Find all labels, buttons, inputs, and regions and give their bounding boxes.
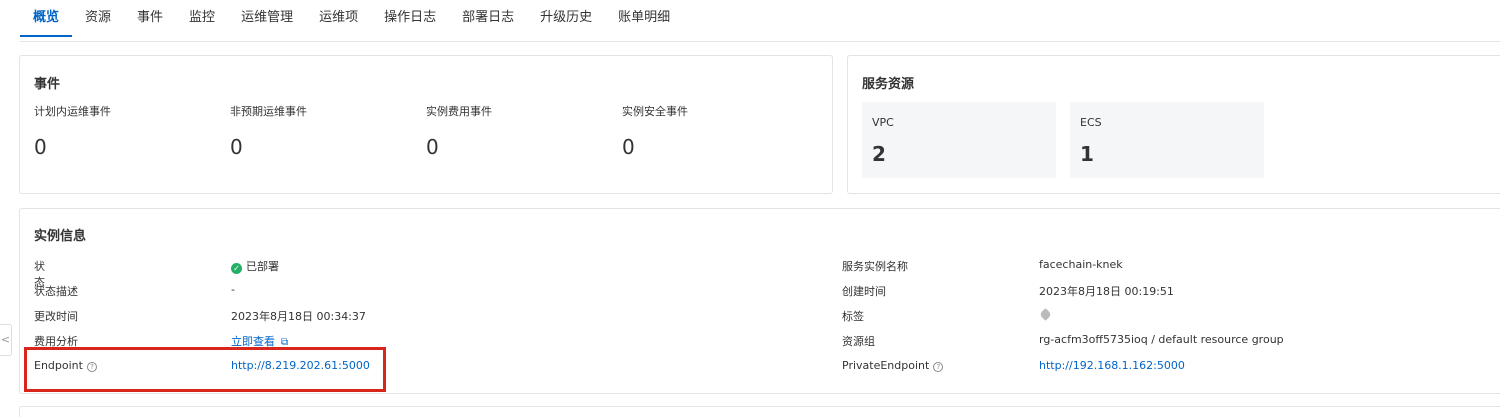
status-text: 已部署 bbox=[246, 260, 279, 273]
resource-ecs-count: 1 bbox=[1080, 142, 1094, 166]
endpoint-highlight-box bbox=[24, 347, 386, 392]
event-planned-label: 计划内运维事件 bbox=[34, 105, 111, 118]
status-desc-value: - bbox=[231, 283, 235, 296]
question-circle-icon[interactable]: ? bbox=[933, 362, 944, 372]
service-resources-card: 服务资源 VPC 2 ECS 1 bbox=[847, 55, 1500, 194]
event-unexpected-label: 非预期运维事件 bbox=[230, 105, 307, 118]
tab-billing[interactable]: 账单明细 bbox=[605, 0, 683, 36]
resource-group-value: rg-acfm3off5735ioq / default resource gr… bbox=[1039, 333, 1284, 346]
event-security: 实例安全事件 0 bbox=[622, 103, 688, 159]
tab-ops-items[interactable]: 运维项 bbox=[306, 0, 371, 36]
tab-resources[interactable]: 资源 bbox=[72, 0, 124, 36]
instance-name-value: facechain-knek bbox=[1039, 258, 1123, 271]
tab-upgrade-history[interactable]: 升级历史 bbox=[527, 0, 605, 36]
created-value: 2023年8月18日 00:19:51 bbox=[1039, 285, 1174, 298]
event-planned-count[interactable]: 0 bbox=[34, 135, 111, 159]
resource-vpc-count: 2 bbox=[872, 142, 886, 166]
resource-vpc-label: VPC bbox=[872, 116, 894, 129]
instance-name-label: 服务实例名称 bbox=[842, 260, 908, 273]
private-endpoint-link[interactable]: http://192.168.1.162:5000 bbox=[1039, 359, 1185, 372]
tab-overview[interactable]: 概览 bbox=[20, 0, 73, 37]
modified-label: 更改时间 bbox=[34, 310, 78, 323]
event-unexpected: 非预期运维事件 0 bbox=[230, 103, 307, 159]
events-title: 事件 bbox=[34, 77, 61, 92]
tab-ops-management[interactable]: 运维管理 bbox=[228, 0, 306, 36]
created-label: 创建时间 bbox=[842, 285, 886, 298]
tags-label: 标签 bbox=[842, 310, 864, 323]
tag-icon[interactable] bbox=[1039, 308, 1052, 322]
next-card bbox=[19, 406, 1500, 417]
private-endpoint-label: PrivateEndpoint? bbox=[842, 359, 944, 372]
resource-ecs[interactable]: ECS 1 bbox=[1070, 102, 1264, 178]
event-planned: 计划内运维事件 0 bbox=[34, 103, 111, 159]
status-value: ✓ 已部署 bbox=[231, 258, 279, 274]
event-cost-label: 实例费用事件 bbox=[426, 105, 492, 118]
tab-bar: 概览 资源 事件 监控 运维管理 运维项 操作日志 部署日志 升级历史 账单明细 bbox=[20, 0, 1500, 42]
event-security-label: 实例安全事件 bbox=[622, 105, 688, 118]
tab-operation-logs[interactable]: 操作日志 bbox=[371, 0, 449, 36]
tab-deploy-logs[interactable]: 部署日志 bbox=[449, 0, 527, 36]
resource-vpc[interactable]: VPC 2 bbox=[862, 102, 1056, 178]
resource-group-label: 资源组 bbox=[842, 335, 875, 348]
event-cost-count[interactable]: 0 bbox=[426, 135, 492, 159]
status-desc-label: 状态描述 bbox=[34, 285, 78, 298]
event-security-count[interactable]: 0 bbox=[622, 135, 688, 159]
events-card: 事件 计划内运维事件 0 非预期运维事件 0 实例费用事件 0 实例安全事件 0 bbox=[19, 55, 833, 194]
event-unexpected-count[interactable]: 0 bbox=[230, 135, 307, 159]
tab-monitoring[interactable]: 监控 bbox=[176, 0, 228, 36]
private-endpoint-label-text: PrivateEndpoint bbox=[842, 359, 930, 372]
event-cost: 实例费用事件 0 bbox=[426, 103, 492, 159]
check-circle-icon: ✓ bbox=[231, 263, 242, 274]
service-resources-title: 服务资源 bbox=[862, 77, 915, 92]
modified-value: 2023年8月18日 00:34:37 bbox=[231, 310, 366, 323]
instance-info-title: 实例信息 bbox=[34, 229, 87, 244]
chevron-left-icon[interactable]: < bbox=[0, 324, 12, 356]
tab-events[interactable]: 事件 bbox=[124, 0, 176, 36]
resource-ecs-label: ECS bbox=[1080, 116, 1102, 129]
